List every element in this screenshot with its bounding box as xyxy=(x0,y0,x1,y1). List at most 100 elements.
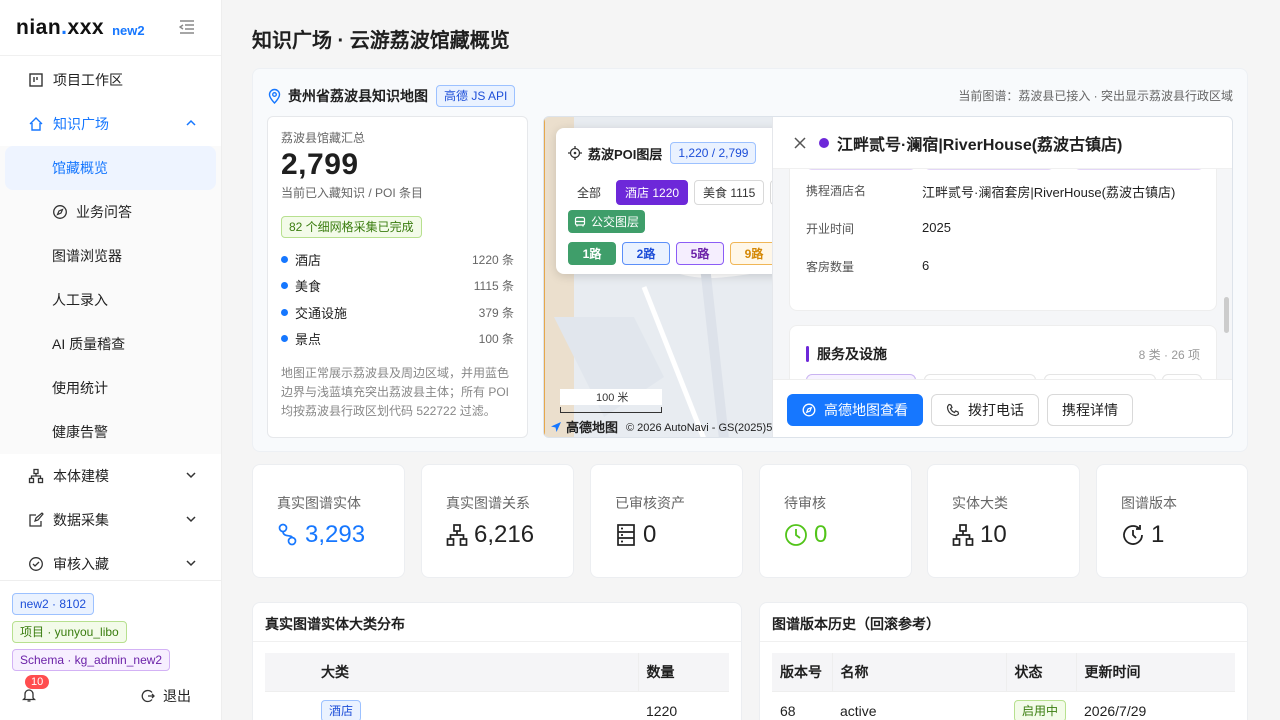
poi-type-dot xyxy=(819,137,829,148)
nodes-icon xyxy=(278,523,297,546)
sidebar-item-workspace[interactable]: 项目工作区 xyxy=(0,58,221,102)
bullet-icon xyxy=(281,308,288,316)
bullet-icon xyxy=(281,255,288,263)
collection-summary: 荔波县馆藏汇总 2,799 当前已入藏知识 / POI 条目 82 个细网格采集… xyxy=(267,116,528,438)
category-row: 美食 1115 条 xyxy=(281,273,514,300)
chip-all[interactable]: 全部 xyxy=(568,180,610,205)
route-9[interactable]: 9路 xyxy=(730,242,778,265)
route-2[interactable]: 2路 xyxy=(622,242,670,265)
stat-value: 0 xyxy=(814,521,828,548)
info-row-open-year: 开业时间 2025 xyxy=(806,220,951,236)
amap-view-button[interactable]: 高德地图查看 xyxy=(787,393,923,426)
summary-label: 荔波县馆藏汇总 xyxy=(281,131,366,145)
ctrip-detail-button[interactable]: 携程详情 xyxy=(1047,393,1133,426)
stat-value: 3,293 xyxy=(305,521,366,548)
check-circle-icon xyxy=(29,557,43,571)
column-header[interactable]: 大类 xyxy=(313,653,639,691)
stat-value: 6,216 xyxy=(474,521,535,548)
column-header[interactable]: 版本号 xyxy=(772,653,833,691)
sidebar-item-usage-stats[interactable]: 使用统计 xyxy=(0,366,221,410)
sidebar-item-manual-entry[interactable]: 人工录入 xyxy=(0,278,221,322)
info-row-hotel-name: 携程酒店名 江畔贰号·澜宿套房|RiverHouse(荔波古镇店) xyxy=(806,184,1176,200)
column-header[interactable]: 状态 xyxy=(1006,653,1077,691)
sidebar-item-graph-browser[interactable]: 图谱浏览器 xyxy=(0,234,221,278)
sidebar-item-label: AI 质量稽查 xyxy=(52,336,126,352)
hotel-info-card: 携程酒店名 江畔贰号·澜宿套房|RiverHouse(荔波古镇店) 开业时间 202… xyxy=(789,169,1217,311)
sidebar-item-label: 馆藏概览 xyxy=(52,160,108,176)
clock-icon xyxy=(785,524,807,546)
phone-icon xyxy=(946,403,960,416)
database-icon xyxy=(617,524,635,546)
hierarchy-icon xyxy=(28,468,44,484)
poi-title: 江畔贰号·澜宿|RiverHouse(荔波古镇店) xyxy=(837,136,1123,154)
poi-detail-drawer: 江畔贰号·澜宿|RiverHouse(荔波古镇店) 携程酒店名 江畔贰号·澜宿套房… xyxy=(772,117,1232,437)
logout-label: 退出 xyxy=(163,688,191,704)
call-button[interactable]: 拨打电话 xyxy=(931,393,1039,426)
route-1[interactable]: 1路 xyxy=(568,242,616,265)
column-header[interactable]: 名称 xyxy=(832,653,1007,691)
navigation-arrow-icon xyxy=(551,421,561,432)
stat-card-versions: 图谱版本 1 xyxy=(1096,464,1248,578)
sidebar-item-data-collection[interactable]: 数据采集 xyxy=(0,498,221,542)
close-icon[interactable] xyxy=(793,136,807,150)
bus-routes: 1路 2路 5路 9路 xyxy=(568,242,778,265)
column-header[interactable]: 数量 xyxy=(638,653,729,691)
map-title: 贵州省荔波县知识地图 xyxy=(288,88,428,104)
chip-hotel[interactable]: 酒店 1220 xyxy=(616,180,689,205)
bell-icon[interactable] xyxy=(22,687,36,703)
target-icon xyxy=(568,146,582,160)
map-canvas[interactable]: 荔波POI图层 1,220 / 2,799 全部 酒店 1220 美食 1115… xyxy=(543,116,1233,438)
sidebar-item-review[interactable]: 审核入藏 xyxy=(0,542,221,580)
detail-scrollbar[interactable] xyxy=(1224,297,1229,333)
compass-icon xyxy=(802,403,816,416)
sidebar-item-label: 图谱浏览器 xyxy=(52,248,122,264)
sidebar-item-knowledge-plaza[interactable]: 知识广场 xyxy=(0,102,221,146)
location-pin-icon xyxy=(268,88,281,104)
sidebar-item-collection-overview[interactable]: 馆藏概览 xyxy=(5,146,216,190)
bus-layer-toggle[interactable]: 公交图层 xyxy=(568,210,646,233)
detail-body[interactable]: 携程酒店名 江畔贰号·澜宿套房|RiverHouse(荔波古镇店) 开业时间 202… xyxy=(773,169,1232,379)
sidebar-item-health-alerts[interactable]: 健康告警 xyxy=(0,410,221,454)
map-attribution: 高德地图 © 2026 AutoNavi - GS(2025)5996号 xyxy=(550,417,802,436)
amap-logo: 高德地图 xyxy=(566,420,619,435)
services-title: 服务及设施 xyxy=(806,344,887,364)
sidebar-item-label: 业务问答 xyxy=(76,204,132,220)
table-row[interactable]: 68 active 启用中 2026/7/29 xyxy=(772,690,1235,720)
sidebar-item-label: 健康告警 xyxy=(52,424,108,440)
knowledge-map-card: 贵州省荔波县知识地图 高德 JS API 当前图谱：荔波县已接入 · 突出显示荔… xyxy=(252,68,1248,452)
sidebar-item-business-qa[interactable]: 业务问答 xyxy=(0,190,221,234)
stat-card-pending: 待审核 0 xyxy=(759,464,912,578)
chip-food[interactable]: 美食 1115 xyxy=(694,180,765,205)
category-tag: 酒店 xyxy=(321,700,362,720)
sidebar: nian.xxx new2 项目工作区 知识广场 馆藏概览 业务问答 图谱浏览器… xyxy=(0,0,222,720)
sidebar-item-label: 人工录入 xyxy=(52,292,108,308)
detail-header: 江畔贰号·澜宿|RiverHouse(荔波古镇店) xyxy=(773,117,1232,169)
edit-icon xyxy=(29,512,44,527)
bullet-icon xyxy=(281,282,288,290)
services-count: 8 类 · 26 项 xyxy=(1138,348,1200,362)
panel-title: 图谱版本历史（回滚参考） xyxy=(772,616,940,632)
menu-collapse-icon[interactable] xyxy=(179,20,195,34)
sidebar-item-ai-quality[interactable]: AI 质量稽查 xyxy=(0,322,221,366)
project-tag: 项目 · yunyou_libo xyxy=(12,621,127,643)
services-card: 服务及设施 8 类 · 26 项 xyxy=(789,325,1217,379)
stat-card-relations: 真实图谱关系 6,216 xyxy=(421,464,574,578)
category-row: 酒店 1220 条 xyxy=(281,246,514,273)
summary-total: 2,799 xyxy=(281,148,359,181)
map-header: 贵州省荔波县知识地图 高德 JS API xyxy=(267,85,516,107)
sidebar-item-label: 知识广场 xyxy=(53,116,109,132)
sidebar-item-label: 数据采集 xyxy=(53,512,109,528)
stat-card-reviewed: 已审核资产 0 xyxy=(590,464,743,578)
table-row[interactable]: 酒店 1220 xyxy=(265,690,729,720)
submenu: 馆藏概览 业务问答 图谱浏览器 人工录入 AI 质量稽查 使用统计 健康告警 xyxy=(0,146,221,454)
hierarchy-icon xyxy=(446,524,468,546)
panel-title: 真实图谱实体大类分布 xyxy=(265,616,405,632)
logout-button[interactable]: 退出 xyxy=(141,686,191,706)
side-menu: 项目工作区 知识广场 馆藏概览 业务问答 图谱浏览器 人工录入 AI 质量稽查 … xyxy=(0,58,221,580)
bus-icon xyxy=(574,216,586,226)
chevron-up-icon xyxy=(186,119,196,126)
route-5[interactable]: 5路 xyxy=(676,242,724,265)
sidebar-item-ontology[interactable]: 本体建模 xyxy=(0,454,221,498)
column-header[interactable]: 更新时间 xyxy=(1076,653,1235,691)
schema-tag: Schema · kg_admin_new2 xyxy=(12,649,171,671)
